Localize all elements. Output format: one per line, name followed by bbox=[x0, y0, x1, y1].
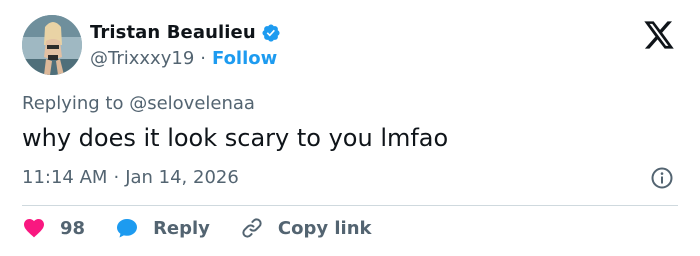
tweet-time: 11:14 AM bbox=[22, 167, 108, 188]
likes-count: 98 bbox=[60, 217, 86, 239]
action-bar: 98 Reply Copy link bbox=[22, 216, 402, 240]
separator-dot: · bbox=[200, 48, 206, 69]
avatar-image bbox=[22, 15, 82, 75]
replying-mention-link[interactable]: @selovelenaa bbox=[129, 93, 255, 114]
tweet-timestamp[interactable]: 11:14 AM · Jan 14, 2026 bbox=[22, 167, 239, 188]
avatar[interactable] bbox=[22, 15, 82, 75]
separator-dot: · bbox=[113, 167, 120, 188]
copy-link-button[interactable]: Copy link bbox=[240, 216, 372, 240]
replying-prefix: Replying to bbox=[22, 93, 124, 114]
replying-to: Replying to @selovelenaa bbox=[22, 93, 255, 114]
author-handle[interactable]: @Trixxxy19 bbox=[90, 48, 194, 69]
verified-badge-icon bbox=[261, 23, 281, 43]
link-icon bbox=[240, 216, 264, 240]
x-logo-icon[interactable] bbox=[642, 20, 676, 50]
tweet-date: Jan 14, 2026 bbox=[125, 167, 239, 188]
handle-row: @Trixxxy19 · Follow bbox=[90, 48, 277, 69]
like-button[interactable]: 98 bbox=[22, 216, 85, 240]
tweet-text: why does it look scary to you lmfao bbox=[22, 124, 449, 152]
info-icon[interactable] bbox=[650, 166, 674, 190]
speech-bubble-icon bbox=[115, 216, 139, 240]
copy-link-label: Copy link bbox=[277, 217, 372, 239]
reply-button[interactable]: Reply bbox=[115, 216, 210, 240]
author-name[interactable]: Tristan Beaulieu bbox=[90, 22, 256, 43]
heart-icon bbox=[22, 216, 46, 240]
divider bbox=[22, 205, 678, 206]
follow-button[interactable]: Follow bbox=[212, 48, 277, 69]
author-name-row: Tristan Beaulieu bbox=[90, 22, 281, 43]
reply-label: Reply bbox=[153, 217, 210, 239]
